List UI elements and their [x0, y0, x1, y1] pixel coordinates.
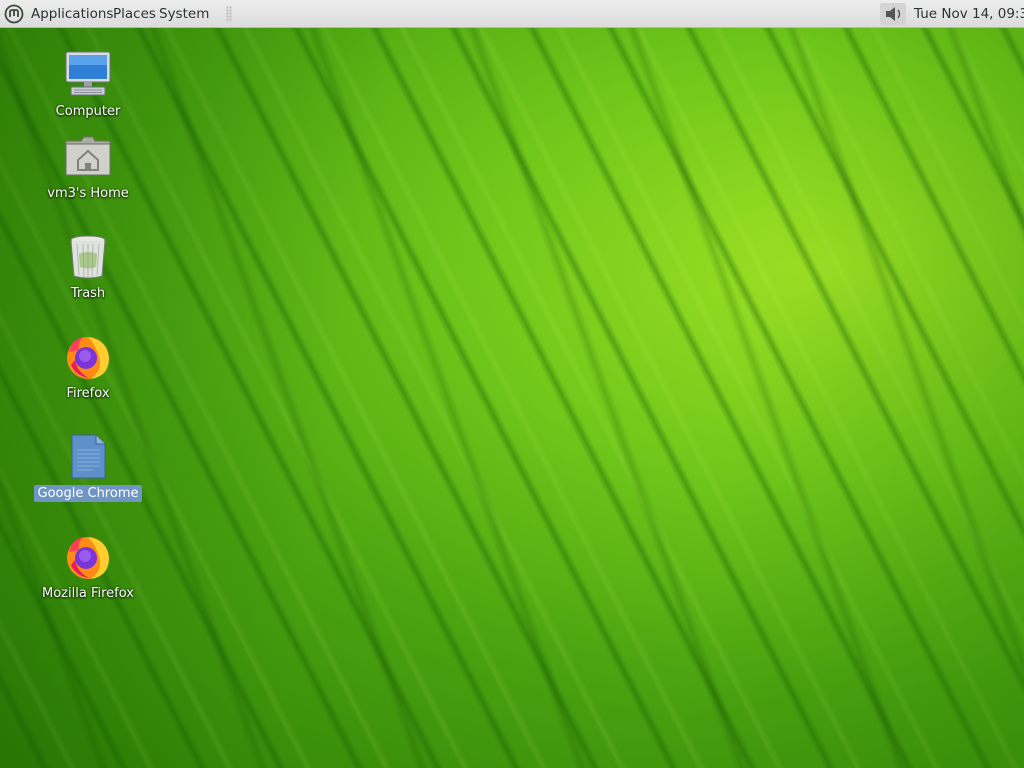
- desktop-icon-home[interactable]: vm3's Home: [28, 132, 148, 202]
- desktop-icon-label: Firefox: [66, 386, 110, 401]
- desktop-icon-computer[interactable]: Computer: [28, 50, 148, 120]
- mate-logo-icon[interactable]: [4, 4, 24, 24]
- trash-icon: [70, 235, 106, 279]
- desktop-icon-mozilla-firefox[interactable]: Mozilla Firefox: [28, 532, 148, 602]
- clock[interactable]: Tue Nov 14, 09:35: [914, 0, 1024, 28]
- home-folder-icon: [65, 136, 111, 176]
- places-menu[interactable]: Places: [113, 0, 156, 28]
- system-menu[interactable]: System: [159, 0, 209, 28]
- panel-drag-handle[interactable]: [226, 6, 232, 22]
- desktop-icon-label: Computer: [55, 104, 121, 119]
- desktop-icon-trash[interactable]: Trash: [28, 232, 148, 302]
- applications-menu[interactable]: Applications: [31, 0, 113, 28]
- top-panel: Applications Places System Tue Nov 14, 0…: [0, 0, 1024, 28]
- document-file-icon: [71, 434, 106, 479]
- firefox-icon: [67, 537, 109, 579]
- desktop-icon-label: Trash: [70, 286, 106, 301]
- desktop-background[interactable]: [0, 0, 1024, 768]
- desktop-icon-label: vm3's Home: [47, 186, 129, 201]
- firefox-icon: [67, 337, 109, 379]
- desktop-icon-firefox[interactable]: Firefox: [28, 332, 148, 402]
- speaker-volume-icon[interactable]: [880, 3, 906, 25]
- computer-monitor-icon: [65, 51, 111, 96]
- desktop-icon-google-chrome[interactable]: Google Chrome: [28, 432, 148, 502]
- desktop-icon-label: Mozilla Firefox: [42, 586, 134, 601]
- desktop-icon-label: Google Chrome: [33, 485, 143, 502]
